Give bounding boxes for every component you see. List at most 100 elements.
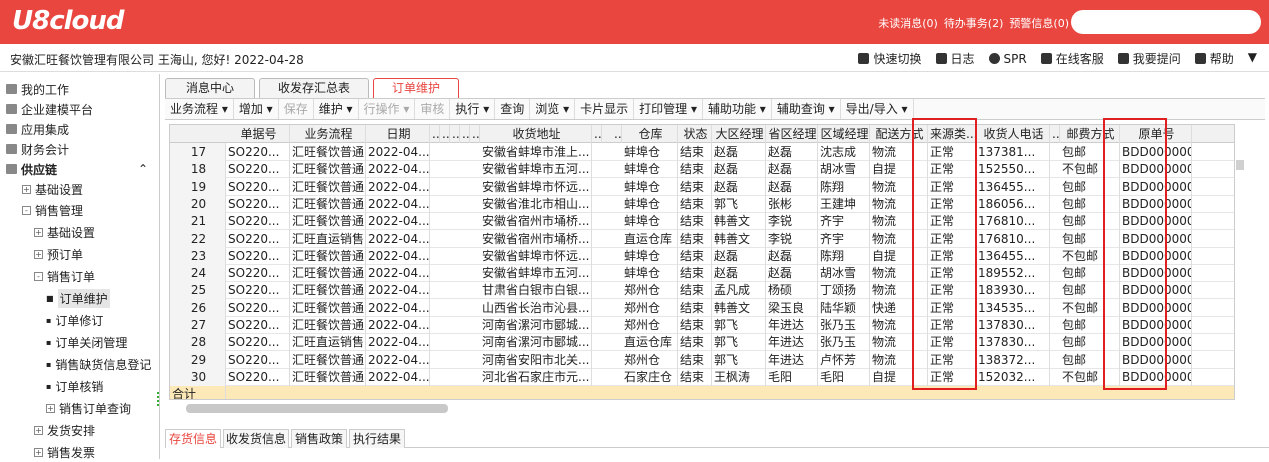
- alert-link[interactable]: 预警信息(0): [1009, 15, 1069, 31]
- sidebar-item[interactable]: 财务会计: [6, 139, 69, 159]
- sidebar-item[interactable]: ▪ 订单核销: [46, 376, 103, 396]
- sidebar-item[interactable]: + 发货安排: [34, 420, 95, 440]
- table-row[interactable]: 29SO220...汇旺餐饮普通...2022-04... 河南省安阳市北关...…: [170, 350, 1234, 369]
- toolbar-button[interactable]: 查询: [495, 99, 531, 119]
- horizontal-scrollbar[interactable]: [186, 404, 448, 413]
- tab-execution-result[interactable]: 执行结果: [349, 429, 405, 448]
- column-header[interactable]: ...: [470, 125, 480, 143]
- table-row[interactable]: 17SO220...汇旺餐饮普通...2022-04... 安徽省蚌埠市淮上...…: [170, 143, 1234, 161]
- sidebar-item[interactable]: + 基础设置: [22, 179, 83, 199]
- table-row[interactable]: 24SO220...汇旺餐饮普通...2022-04... 安徽省蚌埠市五河...…: [170, 264, 1234, 283]
- tab-sales-policy[interactable]: 销售政策: [291, 429, 347, 448]
- online-service-button[interactable]: 在线客服: [1040, 50, 1104, 67]
- collapse-chevron-icon[interactable]: ⌃: [138, 162, 148, 176]
- unread-messages-link[interactable]: 未读消息(0): [878, 15, 938, 31]
- expand-icon[interactable]: +: [34, 425, 43, 435]
- sidebar-item[interactable]: 我的工作: [6, 79, 69, 99]
- toolbar-button[interactable]: 辅助功能 ▾: [703, 99, 772, 119]
- toolbar-button[interactable]: 保存: [279, 99, 314, 119]
- log-button[interactable]: 日志: [935, 50, 975, 67]
- toolbar-button[interactable]: 打印管理 ▾: [634, 99, 703, 119]
- vertical-scrollbar[interactable]: [1236, 160, 1244, 170]
- todo-link[interactable]: 待办事务(2): [944, 15, 1004, 31]
- u8cloud-logo[interactable]: U8cloud: [12, 6, 125, 36]
- toolbar-button[interactable]: 维护 ▾: [314, 99, 359, 119]
- toolbar-button[interactable]: 卡片显示: [575, 99, 635, 119]
- table-row[interactable]: 30SO220...汇旺餐饮普通...2022-04... 河北省石家庄市元...…: [170, 367, 1234, 386]
- column-header[interactable]: 业务流程: [290, 125, 366, 143]
- sidebar-item[interactable]: ■ 订单维护: [46, 288, 110, 308]
- table-row[interactable]: 27SO220...汇旺餐饮普通...2022-04... 河南省漯河市郾城...…: [170, 316, 1234, 334]
- sidebar-item[interactable]: 企业建模平台: [6, 99, 93, 119]
- column-header[interactable]: 省区经理: [766, 125, 818, 143]
- sidebar-item[interactable]: + 预订单: [34, 244, 83, 264]
- splitter-handle[interactable]: [157, 392, 159, 406]
- expand-icon[interactable]: +: [22, 184, 31, 194]
- column-header[interactable]: ...: [592, 125, 602, 143]
- sidebar-item[interactable]: + 销售发票: [34, 442, 95, 462]
- sidebar-item[interactable]: - 销售订单: [34, 266, 95, 286]
- column-header[interactable]: ...: [450, 125, 460, 143]
- tab-message-center[interactable]: 消息中心: [165, 78, 255, 98]
- global-search-input[interactable]: [1071, 10, 1261, 34]
- expand-icon[interactable]: +: [34, 227, 43, 237]
- toolbar-button[interactable]: 审核: [415, 99, 451, 119]
- table-cell: 19: [170, 177, 226, 196]
- table-row[interactable]: 25SO220...汇旺餐饮普通...2022-04... 甘肃省白银市白银...…: [170, 281, 1234, 300]
- tab-inventory-summary[interactable]: 收发存汇总表: [259, 78, 369, 98]
- toolbar-button[interactable]: 行操作 ▾: [359, 99, 416, 119]
- table-cell: 郭飞: [712, 350, 766, 369]
- column-header[interactable]: ...: [440, 125, 450, 143]
- toolbar-button[interactable]: 增加 ▾: [234, 99, 279, 119]
- spr-button[interactable]: SPR: [988, 50, 1027, 67]
- toolbar-button[interactable]: 导出/导入 ▾: [841, 99, 914, 119]
- sidebar-item[interactable]: ▪ 销售缺货信息登记: [46, 354, 151, 374]
- column-header[interactable]: ...: [430, 125, 440, 143]
- tab-order-maintenance[interactable]: 订单维护: [373, 78, 459, 98]
- table-row[interactable]: 19SO220...汇旺餐饮普通...2022-04... 安徽省蚌埠市怀远...…: [170, 177, 1234, 196]
- sidebar-item[interactable]: ▪ 订单修订: [46, 310, 103, 330]
- table-row[interactable]: 23SO220...汇旺餐饮普通...2022-04... 安徽省蚌埠市怀远...…: [170, 246, 1234, 265]
- column-header[interactable]: 仓库: [622, 125, 678, 143]
- table-row[interactable]: 21SO220...汇旺餐饮普通...2022-04... 安徽省宿州市埇桥...…: [170, 212, 1234, 231]
- column-header[interactable]: ...: [612, 125, 622, 143]
- toolbar-button[interactable]: 执行 ▾: [450, 99, 496, 119]
- column-header[interactable]: 区域经理: [818, 125, 870, 143]
- table-row[interactable]: 22SO220...汇旺直运销售...2022-04... 安徽省宿州市埇桥...…: [170, 229, 1234, 248]
- column-header[interactable]: 收货人电话: [976, 125, 1050, 143]
- toolbar-button[interactable]: 辅助查询 ▾: [772, 99, 841, 119]
- sidebar-item[interactable]: 应用集成: [6, 119, 69, 139]
- sidebar-item[interactable]: 供应链 ⌃: [6, 159, 148, 179]
- column-header[interactable]: 收货地址: [480, 125, 592, 143]
- column-header[interactable]: 单据号: [226, 125, 290, 143]
- chevron-down-icon[interactable]: ▼: [1248, 50, 1257, 67]
- quick-switch-button[interactable]: 快速切换: [858, 50, 922, 67]
- tab-inventory-info[interactable]: 存货信息: [165, 429, 221, 448]
- collapse-icon[interactable]: -: [22, 205, 31, 215]
- help-button[interactable]: 帮助: [1194, 50, 1234, 67]
- expand-icon[interactable]: +: [34, 249, 43, 259]
- tab-shipping-info[interactable]: 收发货信息: [223, 429, 289, 448]
- table-row[interactable]: 18SO220...汇旺餐饮普通...2022-04... 安徽省蚌埠市五河...…: [170, 160, 1234, 179]
- column-header[interactable]: 大区经理: [712, 125, 766, 143]
- table-cell: 汇旺餐饮普通...: [292, 316, 366, 334]
- table-cell: 汇旺餐饮普通...: [292, 194, 366, 213]
- table-cell: 2022-04...: [368, 177, 430, 196]
- sidebar-item[interactable]: ▪ 订单关闭管理: [46, 332, 127, 352]
- collapse-icon[interactable]: -: [34, 271, 43, 281]
- ask-question-button[interactable]: 我要提问: [1117, 50, 1181, 67]
- sidebar-item[interactable]: + 销售订单查询: [46, 398, 131, 418]
- expand-icon[interactable]: +: [46, 403, 55, 413]
- table-row[interactable]: 28SO220...汇旺直运销售...2022-04... 河南省漯河市郾城...…: [170, 333, 1234, 352]
- toolbar-button[interactable]: 业务流程 ▾: [165, 99, 234, 119]
- column-header[interactable]: ...: [1050, 125, 1060, 143]
- expand-icon[interactable]: +: [34, 447, 43, 457]
- sidebar-item[interactable]: - 销售管理: [22, 200, 83, 220]
- table-row[interactable]: 20SO220...汇旺餐饮普通...2022-04... 安徽省淮北市相山...…: [170, 194, 1234, 213]
- table-row[interactable]: 26SO220...汇旺餐饮普通...2022-04... 山西省长治市沁县...…: [170, 298, 1234, 317]
- sidebar-item[interactable]: + 基础设置: [34, 222, 95, 242]
- column-header[interactable]: ...: [460, 125, 470, 143]
- toolbar-button[interactable]: 浏览 ▾: [530, 99, 576, 119]
- column-header[interactable]: 日期: [366, 125, 430, 143]
- column-header[interactable]: 状态: [678, 125, 712, 143]
